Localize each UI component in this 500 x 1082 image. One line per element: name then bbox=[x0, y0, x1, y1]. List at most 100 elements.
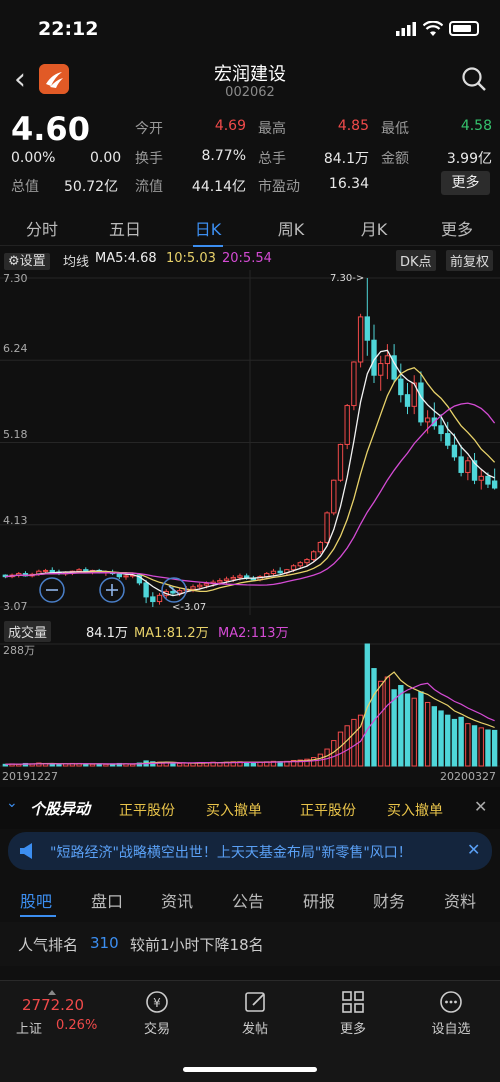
tab-more[interactable]: 更多 bbox=[427, 216, 487, 240]
tab-announcements[interactable]: 公告 bbox=[232, 888, 264, 912]
volume-bar bbox=[465, 723, 471, 767]
volume-bar bbox=[398, 685, 404, 767]
nav-watchlist-label[interactable]: 设自选 bbox=[421, 1018, 481, 1037]
index-value[interactable]: 2772.20 bbox=[22, 996, 84, 1014]
change-value: 0.00 bbox=[90, 150, 122, 166]
volume-bar bbox=[451, 718, 458, 767]
open-label: 今开 bbox=[135, 121, 163, 137]
tab-research[interactable]: 研报 bbox=[303, 888, 335, 912]
tab-news[interactable]: 资讯 bbox=[161, 888, 193, 912]
tab-weekly-k[interactable]: 周K bbox=[261, 216, 321, 240]
candle bbox=[384, 355, 391, 365]
high-label: 最高 bbox=[258, 121, 286, 137]
nav-trade-label[interactable]: 交易 bbox=[127, 1018, 187, 1037]
pan-button[interactable] bbox=[160, 576, 188, 604]
tab-finance[interactable]: 财务 bbox=[373, 888, 405, 912]
total-value-label: 总值 bbox=[11, 179, 39, 195]
tab-monthly-k[interactable]: 月K bbox=[344, 216, 404, 240]
more-quote-button[interactable]: 更多 bbox=[441, 171, 490, 195]
rank-value: 310 bbox=[90, 934, 119, 952]
volume-bar bbox=[351, 718, 357, 767]
candle bbox=[197, 584, 203, 588]
pe-label: 市盈动 bbox=[258, 179, 300, 195]
tab-profile[interactable]: 资料 bbox=[444, 888, 476, 912]
candle bbox=[445, 433, 451, 446]
candle bbox=[304, 559, 310, 564]
chart-settings-button[interactable]: ⚙设置 bbox=[4, 250, 50, 270]
volume-indicator-button[interactable]: 成交量 bbox=[4, 621, 52, 642]
candle bbox=[398, 378, 404, 396]
tab-daily-k[interactable]: 日K bbox=[178, 216, 238, 240]
amount-label: 金额 bbox=[381, 151, 409, 167]
kline-chart[interactable] bbox=[0, 270, 500, 615]
turnover-label: 换手 bbox=[135, 151, 163, 167]
chevron-down-icon[interactable]: ⌄ bbox=[6, 795, 18, 811]
sub-tab-indicator bbox=[20, 915, 56, 917]
tab-guba[interactable]: 股吧 bbox=[20, 888, 52, 912]
candle bbox=[290, 565, 297, 571]
y-tick-label: 7.30 bbox=[3, 272, 28, 285]
volume-bar bbox=[250, 762, 257, 767]
nav-more-label[interactable]: 更多 bbox=[323, 1018, 383, 1037]
candle bbox=[230, 576, 236, 580]
volume-bar bbox=[378, 680, 384, 767]
current-price: 4.60 bbox=[11, 110, 90, 148]
nav-post-label[interactable]: 发帖 bbox=[225, 1018, 285, 1037]
grid-more-icon[interactable] bbox=[340, 989, 366, 1015]
volume-bar bbox=[170, 762, 176, 767]
candle bbox=[364, 316, 370, 341]
adjust-button[interactable]: 前复权 bbox=[446, 250, 494, 271]
volume-bar bbox=[411, 697, 417, 767]
ticker-item[interactable]: 正平股份 bbox=[300, 800, 356, 820]
tab-five-day[interactable]: 五日 bbox=[95, 216, 155, 240]
volume-bar bbox=[478, 727, 484, 767]
tab-intraday[interactable]: 分时 bbox=[12, 216, 72, 240]
volume-label: 总手 bbox=[258, 151, 286, 167]
svg-text:¥: ¥ bbox=[153, 996, 161, 1010]
volume-bar bbox=[176, 762, 183, 767]
volume-bar bbox=[471, 725, 478, 767]
volume-bar bbox=[89, 763, 96, 767]
volume-bar bbox=[424, 701, 431, 767]
ma5-value: MA5:4.68 bbox=[95, 251, 157, 266]
zoom-in-button[interactable] bbox=[98, 576, 126, 604]
candle bbox=[317, 541, 324, 553]
tab-order-book[interactable]: 盘口 bbox=[91, 888, 123, 912]
ma10-value: 10:5.03 bbox=[166, 251, 216, 266]
candle bbox=[344, 405, 350, 445]
float-value: 44.14亿 bbox=[191, 179, 246, 195]
volume-bar bbox=[324, 748, 330, 767]
banner-close-icon[interactable]: ✕ bbox=[467, 840, 480, 859]
stock-code: 002062 bbox=[225, 85, 275, 100]
search-icon[interactable] bbox=[461, 66, 487, 92]
y-tick-label: 3.07 bbox=[3, 600, 28, 613]
volume-bar bbox=[418, 691, 424, 767]
rank-desc: 较前1小时下降18名 bbox=[130, 936, 264, 954]
period-tabs: 分时 五日 日K 周K 月K 更多 bbox=[0, 206, 500, 247]
volume-chart[interactable] bbox=[0, 640, 500, 768]
ticker-item[interactable]: 正平股份 bbox=[119, 800, 175, 820]
watchlist-icon[interactable] bbox=[438, 989, 464, 1015]
volume-bar bbox=[431, 706, 438, 767]
close-icon[interactable]: ✕ bbox=[474, 797, 487, 816]
volume-bar bbox=[438, 710, 444, 767]
candle bbox=[357, 316, 364, 363]
volume-today: 84.1万 bbox=[86, 626, 128, 641]
candle bbox=[351, 361, 357, 407]
trade-icon[interactable]: ¥ bbox=[144, 989, 170, 1015]
zoom-out-button[interactable] bbox=[38, 576, 66, 604]
open-value: 4.69 bbox=[214, 118, 246, 134]
candle bbox=[418, 382, 424, 423]
volume-bar bbox=[56, 763, 62, 767]
candle bbox=[203, 583, 210, 586]
y-tick-label: 5.18 bbox=[3, 428, 28, 441]
active-tab-indicator bbox=[193, 245, 223, 247]
dk-point-button[interactable]: DK点 bbox=[396, 250, 436, 271]
ticker-item[interactable]: 买入撤单 bbox=[387, 800, 443, 820]
low-label: 最低 bbox=[381, 121, 409, 137]
volume-value: 84.1万 bbox=[323, 151, 369, 167]
volume-bar bbox=[485, 729, 491, 767]
ticker-item[interactable]: 买入撤单 bbox=[206, 800, 262, 820]
post-icon[interactable] bbox=[243, 989, 269, 1015]
signal-icon bbox=[396, 22, 416, 36]
